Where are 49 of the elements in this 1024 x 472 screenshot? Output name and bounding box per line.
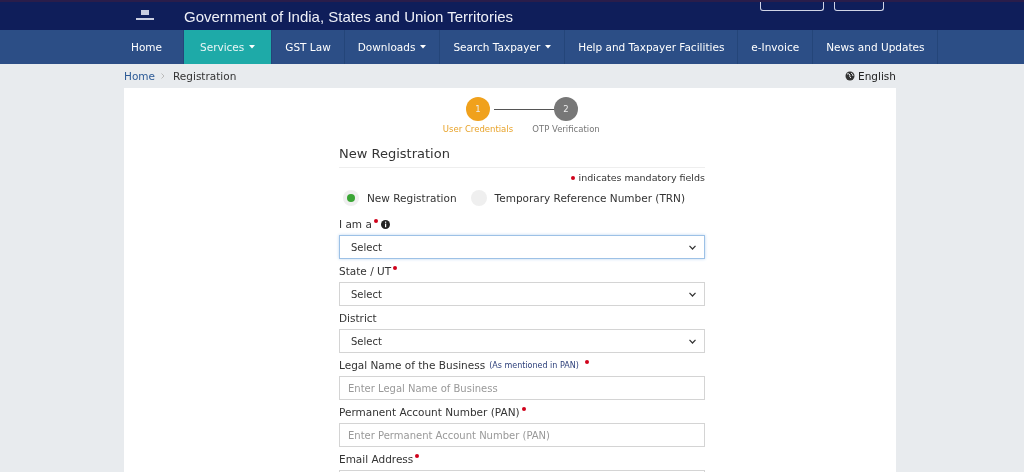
caret-icon (249, 45, 256, 49)
required-dot-icon (393, 266, 398, 270)
caret-icon (545, 45, 552, 49)
input-field[interactable]: Enter Legal Name of Business (339, 376, 705, 400)
required-dot-icon (415, 454, 420, 458)
step-label: User Credentials (442, 124, 514, 134)
breadcrumb-current: Registration (173, 70, 237, 82)
required-dot-icon (521, 407, 526, 411)
globe-icon (845, 71, 856, 81)
nav-tab[interactable]: e-Invoice (738, 30, 814, 64)
chevron-down-icon (689, 338, 696, 344)
nav-tab[interactable]: News and Updates (813, 30, 939, 64)
input-field[interactable]: Enter Permanent Account Number (PAN) (339, 423, 705, 447)
breadcrumb-link[interactable]: Home (124, 70, 155, 82)
chevron-down-icon (689, 291, 696, 297)
header-button[interactable] (834, 2, 884, 11)
required-dot-icon (570, 175, 575, 180)
field-label: Legal Name of the Business (339, 359, 486, 371)
radio-label[interactable]: Temporary Reference Number (TRN) (494, 192, 686, 204)
step-circle: 1 (466, 97, 490, 121)
chevron-down-icon (689, 244, 696, 250)
info-icon[interactable] (380, 219, 390, 229)
radio-button[interactable] (343, 190, 359, 206)
select-dropdown[interactable]: Select (339, 235, 705, 259)
emblem-icon (134, 10, 156, 22)
field-label: District (339, 312, 377, 324)
field-label: State / UT (339, 265, 392, 277)
caret-icon (420, 45, 427, 49)
mandatory-note: indicates mandatory fields (578, 172, 705, 183)
header-button[interactable] (760, 2, 824, 11)
nav-tab[interactable]: Search Taxpayer (440, 30, 566, 64)
radio-label[interactable]: New Registration (367, 192, 457, 204)
step-label: OTP Verification (532, 124, 600, 134)
header-title: Government of India, States and Union Territories (184, 7, 514, 25)
language-link[interactable]: English (845, 70, 896, 82)
field-label: Email Address (339, 453, 414, 465)
required-dot-icon (584, 360, 589, 364)
breadcrumb-separator-icon (161, 73, 165, 79)
field-label: Permanent Account Number (PAN) (339, 406, 520, 418)
field-label: I am a (339, 218, 372, 230)
select-dropdown[interactable]: Select (339, 282, 705, 306)
nav-tab[interactable]: Downloads (344, 30, 441, 64)
form-title: New Registration (339, 146, 705, 168)
step-circle: 2 (554, 97, 578, 121)
nav-tab[interactable]: GST Law (272, 30, 345, 64)
select-dropdown[interactable]: Select (339, 329, 705, 353)
nav-tab[interactable]: Help and Taxpayer Facilities (565, 30, 739, 64)
field-note: (As mentioned in PAN) (489, 360, 579, 370)
required-dot-icon (373, 219, 378, 223)
